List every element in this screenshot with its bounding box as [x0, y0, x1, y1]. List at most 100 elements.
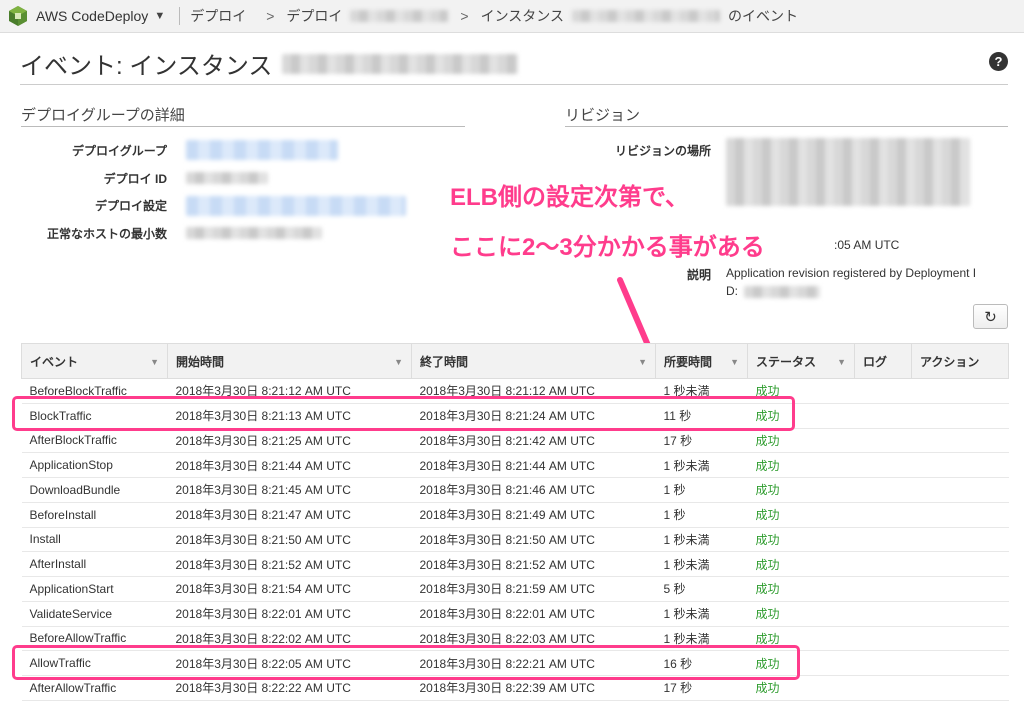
- table-row: ApplicationStop 2018年3月30日 8:21:44 AM UTC…: [21, 452, 1009, 478]
- column-header-start-time[interactable]: 開始時間 ▼: [167, 343, 412, 379]
- status-cell: 成功: [747, 452, 855, 478]
- page-title: イベント: インスタンス: [20, 46, 519, 81]
- table-row: BeforeInstall 2018年3月30日 8:21:47 AM UTC 20…: [21, 502, 1009, 528]
- end-time-cell: 2018年3月30日 8:21:52 AM UTC: [411, 551, 656, 577]
- min-healthy-hosts-label: 正常なホストの最小数: [46, 227, 167, 241]
- event-cell: AfterBlockTraffic: [21, 428, 168, 454]
- event-cell: AfterInstall: [21, 551, 168, 577]
- table-row: AfterBlockTraffic 2018年3月30日 8:21:25 AM U…: [21, 428, 1009, 454]
- start-time-cell: 2018年3月30日 8:22:01 AM UTC: [167, 601, 412, 627]
- highlight-allow-traffic-row: [12, 645, 800, 680]
- log-cell: [854, 626, 912, 652]
- log-cell: [854, 502, 912, 528]
- revision-time: :05 AM UTC: [834, 238, 900, 252]
- annotation-line-2: ここに2〜3分かかる事がある: [450, 234, 765, 261]
- log-cell: [854, 477, 912, 503]
- top-bar: AWS CodeDeploy ▼ デプロイ > デプロイ > インスタンス のイ…: [0, 0, 1024, 33]
- deploy-group-details-heading: デプロイグループの詳細: [21, 107, 185, 124]
- redacted-deploy-id: [186, 172, 268, 184]
- event-cell: BeforeInstall: [21, 502, 168, 528]
- column-header-log: ログ: [854, 343, 912, 379]
- action-cell: [911, 576, 1009, 602]
- start-time-cell: 2018年3月30日 8:21:54 AM UTC: [167, 576, 412, 602]
- redacted-deployment-id: [350, 10, 449, 22]
- table-header-row: イベント ▼ 開始時間 ▼ 終了時間 ▼ 所要時間 ▼ ステータス ▼ ログ アクション: [21, 343, 1009, 379]
- divider: [179, 7, 181, 25]
- breadcrumb-events: のイベント: [728, 8, 799, 24]
- duration-cell: 1 秒未満: [655, 601, 748, 627]
- column-header-duration[interactable]: 所要時間 ▼: [655, 343, 748, 379]
- action-cell: [911, 428, 1009, 454]
- start-time-cell: 2018年3月30日 8:21:45 AM UTC: [167, 477, 412, 503]
- description-line-1: Application revision registered by Deplo…: [726, 266, 977, 280]
- deploy-id-label: デプロイ ID: [103, 172, 167, 186]
- description-line-2: D:: [726, 284, 738, 298]
- status-cell: 成功: [747, 551, 855, 577]
- start-time-cell: 2018年3月30日 8:21:25 AM UTC: [167, 428, 412, 454]
- breadcrumb-deploy[interactable]: デプロイ: [190, 6, 246, 26]
- duration-cell: 1 秒: [655, 502, 748, 528]
- status-cell: 成功: [747, 601, 855, 627]
- column-header-status[interactable]: ステータス ▼: [747, 343, 855, 379]
- column-header-action: アクション: [911, 343, 1009, 379]
- redacted-deploy-config: [186, 196, 406, 216]
- event-cell: Install: [21, 527, 168, 553]
- log-cell: [854, 527, 912, 553]
- action-cell: [911, 452, 1009, 478]
- column-header-end-time[interactable]: 終了時間 ▼: [411, 343, 656, 379]
- table-row: ValidateService 2018年3月30日 8:22:01 AM UTC…: [21, 601, 1009, 627]
- page-title-text: イベント: インスタンス: [20, 53, 273, 80]
- revision-location-label: リビジョンの場所: [614, 144, 711, 158]
- breadcrumb-separator-icon: >: [266, 8, 275, 24]
- codedeploy-logo-icon[interactable]: [8, 5, 28, 27]
- deploy-group-label: デプロイグループ: [71, 144, 167, 158]
- duration-cell: 17 秒: [655, 428, 748, 454]
- duration-cell: 1 秒: [655, 477, 748, 503]
- redacted-instance-id: [572, 10, 721, 22]
- divider: [565, 126, 1008, 127]
- log-cell: [854, 650, 912, 676]
- duration-cell: 5 秒: [655, 576, 748, 602]
- column-header-event[interactable]: イベント ▼: [21, 343, 168, 379]
- action-cell: [911, 675, 1009, 701]
- help-icon[interactable]: ?: [989, 52, 1008, 71]
- highlight-block-traffic-row: [12, 396, 795, 431]
- end-time-cell: 2018年3月30日 8:21:49 AM UTC: [411, 502, 656, 528]
- sort-icon[interactable]: ▼: [150, 357, 159, 367]
- action-cell: [911, 378, 1009, 404]
- action-cell: [911, 601, 1009, 627]
- breadcrumb-separator-icon: >: [460, 8, 469, 24]
- refresh-button[interactable]: ↻: [973, 304, 1008, 329]
- breadcrumb-instance[interactable]: インスタンス: [481, 6, 564, 26]
- app-name[interactable]: AWS CodeDeploy: [36, 8, 148, 24]
- end-time-cell: 2018年3月30日 8:22:01 AM UTC: [411, 601, 656, 627]
- sort-icon[interactable]: ▼: [638, 357, 647, 367]
- sort-icon[interactable]: ▼: [837, 357, 846, 367]
- end-time-cell: 2018年3月30日 8:21:46 AM UTC: [411, 477, 656, 503]
- log-cell: [854, 403, 912, 429]
- sort-icon[interactable]: ▼: [730, 357, 739, 367]
- log-cell: [854, 576, 912, 602]
- table-row: AfterInstall 2018年3月30日 8:21:52 AM UTC 201…: [21, 551, 1009, 577]
- log-cell: [854, 551, 912, 577]
- breadcrumb-deployment[interactable]: デプロイ: [286, 6, 342, 26]
- chevron-down-icon[interactable]: ▼: [154, 10, 165, 22]
- deploy-config-label: デプロイ設定: [94, 199, 167, 213]
- status-cell: 成功: [747, 576, 855, 602]
- event-cell: ValidateService: [21, 601, 168, 627]
- log-cell: [854, 601, 912, 627]
- action-cell: [911, 477, 1009, 503]
- sort-icon[interactable]: ▼: [394, 357, 403, 367]
- refresh-icon: ↻: [984, 308, 997, 326]
- log-cell: [854, 428, 912, 454]
- redacted-min-hosts: [186, 227, 322, 239]
- event-cell: ApplicationStart: [21, 576, 168, 602]
- action-cell: [911, 551, 1009, 577]
- action-cell: [911, 502, 1009, 528]
- start-time-cell: 2018年3月30日 8:21:50 AM UTC: [167, 527, 412, 553]
- status-cell: 成功: [747, 527, 855, 553]
- log-cell: [854, 452, 912, 478]
- start-time-cell: 2018年3月30日 8:21:44 AM UTC: [167, 452, 412, 478]
- redacted-revision-location: [726, 138, 970, 206]
- event-cell: ApplicationStop: [21, 452, 168, 478]
